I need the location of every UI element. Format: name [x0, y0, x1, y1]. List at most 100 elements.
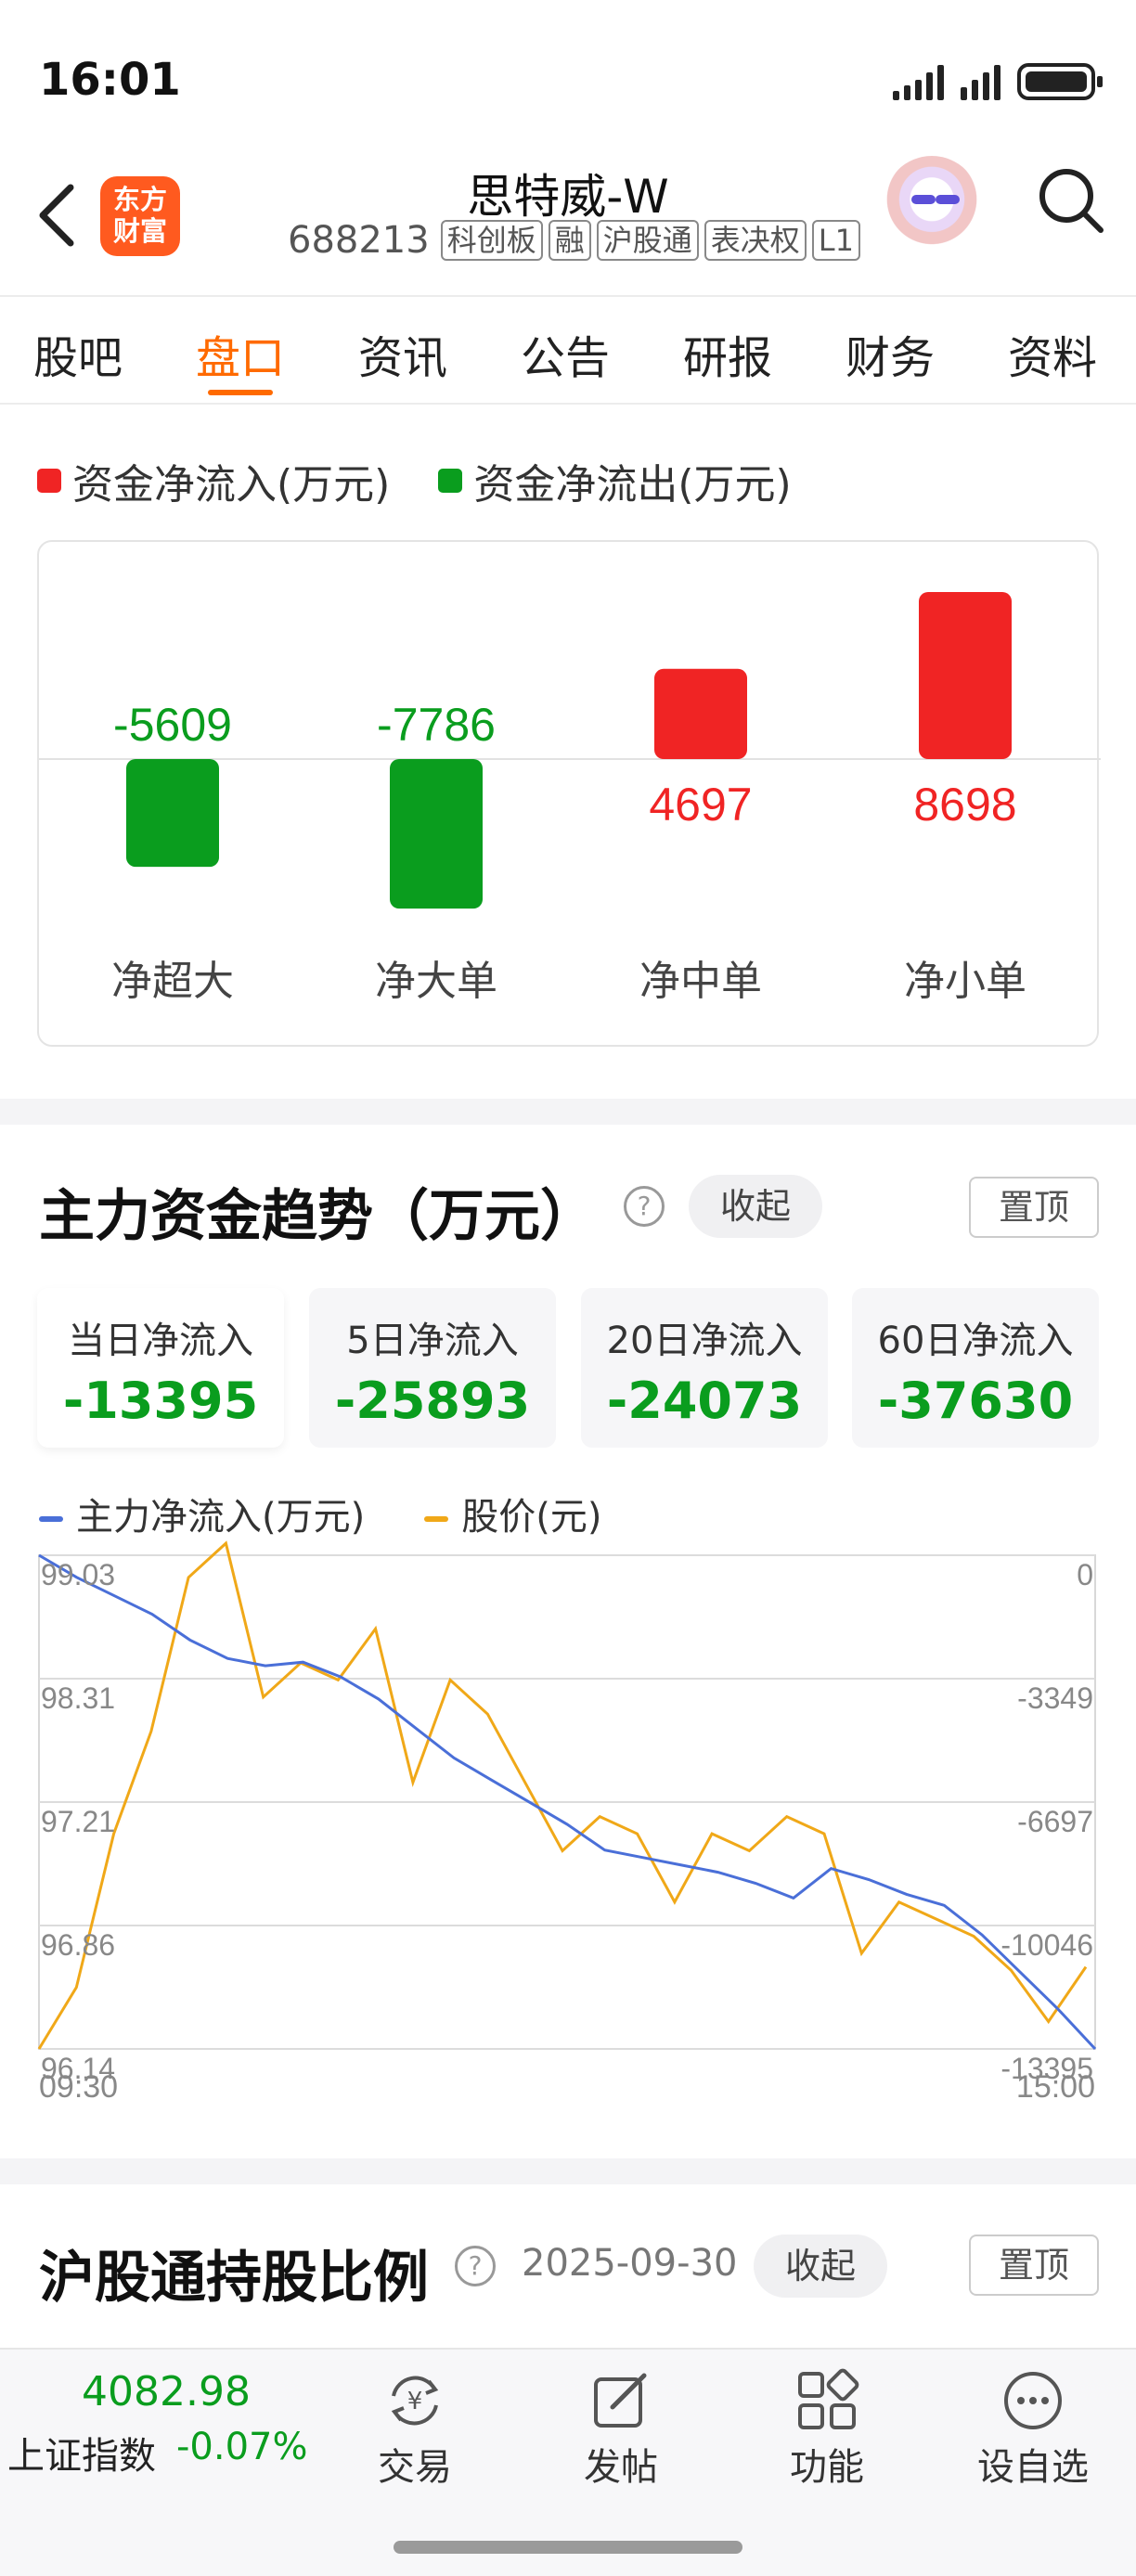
tag-hk-connect: 沪股通 [596, 220, 699, 261]
home-indicator[interactable] [394, 2541, 742, 2554]
active-tab-indicator [208, 390, 273, 395]
bar-4 [919, 591, 1012, 759]
x-end-label: 15:00 [1016, 2069, 1095, 2103]
bar-value-label: 4697 [649, 779, 752, 831]
section-divider [0, 1099, 1136, 1125]
section-divider-2 [0, 2158, 1136, 2184]
nav-trade-label: 交易 [378, 2446, 452, 2489]
fund-flow-legend: 资金净流入(万元) 资金净流出(万元) [37, 451, 792, 510]
bar-category-label: 净超大 [111, 958, 234, 1005]
stat-label: 当日净流入 [68, 1320, 253, 1362]
tab-guba[interactable]: 股吧 [33, 321, 123, 386]
index-change: -0.07% [176, 2426, 308, 2468]
battery-icon [1017, 63, 1103, 100]
hk-connect-collapse-button[interactable]: 收起 [754, 2235, 888, 2298]
assistant-avatar[interactable] [884, 156, 980, 252]
legend-price: 股价(元) [424, 1487, 601, 1540]
stock-meta: 688213 科创板 融 沪股通 表决权 L1 [288, 219, 860, 262]
stat-value: -37630 [877, 1372, 1074, 1430]
tag-level1: L1 [811, 220, 860, 261]
signal-icon-2 [961, 61, 1000, 100]
index-name: 上证指数 [7, 2435, 156, 2478]
legend-inflow: 资金净流入(万元) [37, 451, 390, 510]
status-bar: 16:01 [0, 0, 1136, 158]
tab-news[interactable]: 资讯 [358, 321, 447, 386]
stat-today[interactable]: 当日净流入 -13395 [37, 1288, 284, 1448]
tab-announcements[interactable]: 公告 [521, 321, 610, 386]
status-time: 16:01 [39, 54, 181, 106]
main-flow-trend-chart[interactable]: 99.0398.3197.2196.8696.140-3349-6697-100… [0, 1540, 1136, 2103]
nav-functions[interactable]: 功能 [757, 2368, 897, 2491]
tab-bar: 股吧 盘口 资讯 公告 研报 财务 资料 [0, 295, 1136, 405]
nav-add-watchlist[interactable]: 设自选 [963, 2368, 1103, 2491]
legend-main-flow: 主力净流入(万元) [39, 1487, 365, 1540]
signal-icon [893, 61, 944, 100]
hk-connect-date: 2025-09-30 [522, 2242, 738, 2285]
search-icon[interactable] [1036, 165, 1106, 236]
trend-legend: 主力净流入(万元) 股价(元) [39, 1487, 601, 1540]
legend-main-label: 主力净流入(万元) [76, 1496, 366, 1539]
tag-voting-rights: 表决权 [704, 220, 807, 261]
nav-post[interactable]: 发帖 [551, 2368, 691, 2491]
bar-category-label: 净大单 [375, 958, 497, 1005]
tab-finance[interactable]: 财务 [846, 321, 935, 386]
left-tick-label: 97.21 [41, 1805, 115, 1838]
right-tick-label: -6697 [1017, 1805, 1093, 1838]
tab-profile[interactable]: 资料 [1008, 321, 1097, 386]
fund-flow-bar-chart: -5609 净超大 -7786 净大单 4697 净中单 8698 净小单 [39, 591, 1101, 1005]
nav-functions-label: 功能 [790, 2446, 864, 2489]
trend-pin-button[interactable]: 置顶 [969, 1177, 1099, 1238]
nav-trade[interactable]: ¥ 交易 [345, 2368, 484, 2491]
bar-category-label: 净中单 [639, 958, 762, 1005]
nav-add-watchlist-label: 设自选 [977, 2446, 1089, 2489]
stat-value: -25893 [334, 1372, 531, 1430]
edit-post-icon [594, 2373, 647, 2428]
bar-1 [126, 759, 219, 868]
index-value: 4082.98 [82, 2368, 251, 2415]
stat-60day[interactable]: 60日净流入 -37630 [852, 1288, 1099, 1448]
stat-label: 60日净流入 [877, 1320, 1074, 1362]
exchange-yen-icon: ¥ [391, 2376, 439, 2426]
hk-connect-pin-button[interactable]: 置顶 [969, 2235, 1099, 2296]
tab-research[interactable]: 研报 [683, 321, 772, 386]
tag-star-market: 科创板 [440, 220, 543, 261]
stat-value: -24073 [606, 1372, 803, 1430]
bar-value-label: -5609 [113, 699, 232, 751]
trend-section-title: 主力资金趋势（万元） [39, 1184, 596, 1249]
left-tick-label: 96.86 [41, 1928, 115, 1962]
legend-inflow-label: 资金净流入(万元) [72, 461, 391, 509]
stat-value: -13395 [62, 1372, 259, 1430]
inflow-swatch [37, 469, 61, 493]
right-tick-label: -3349 [1017, 1681, 1093, 1715]
price-line [37, 1540, 1088, 2050]
tag-margin: 融 [548, 220, 591, 261]
bar-value-label: -7786 [377, 699, 496, 751]
stat-label: 5日净流入 [346, 1320, 519, 1362]
bar-3 [654, 668, 747, 759]
tab-pankou[interactable]: 盘口 [196, 321, 285, 386]
hk-connect-help-icon[interactable]: ? [455, 2246, 496, 2286]
x-start-label: 09:30 [39, 2069, 118, 2103]
left-tick-label: 98.31 [41, 1681, 115, 1715]
trend-collapse-button[interactable]: 收起 [689, 1175, 823, 1238]
stock-code: 688213 [288, 219, 430, 262]
legend-price-label: 股价(元) [461, 1496, 602, 1539]
stat-5day[interactable]: 5日净流入 -25893 [309, 1288, 556, 1448]
left-tick-label: 99.03 [41, 1558, 115, 1591]
hk-connect-title: 沪股通持股比例 [39, 2246, 429, 2311]
fund-flow-chart-card: -5609 净超大 -7786 净大单 4697 净中单 8698 净小单 [37, 540, 1101, 1047]
more-dots-icon [1004, 2372, 1062, 2429]
price-swatch [424, 1516, 449, 1522]
bar-category-label: 净小单 [904, 958, 1026, 1005]
bar-2 [390, 759, 483, 909]
stat-20day[interactable]: 20日净流入 -24073 [581, 1288, 828, 1448]
bar-value-label: 8698 [913, 779, 1016, 831]
right-tick-label: 0 [1077, 1558, 1093, 1591]
nav-post-label: 发帖 [584, 2446, 658, 2489]
outflow-swatch [438, 469, 463, 493]
legend-outflow-label: 资金净流出(万元) [473, 461, 792, 509]
grid-apps-icon [798, 2368, 859, 2429]
stat-label: 20日净流入 [606, 1320, 803, 1362]
trend-help-icon[interactable]: ? [624, 1186, 665, 1227]
status-icons [893, 61, 1103, 100]
